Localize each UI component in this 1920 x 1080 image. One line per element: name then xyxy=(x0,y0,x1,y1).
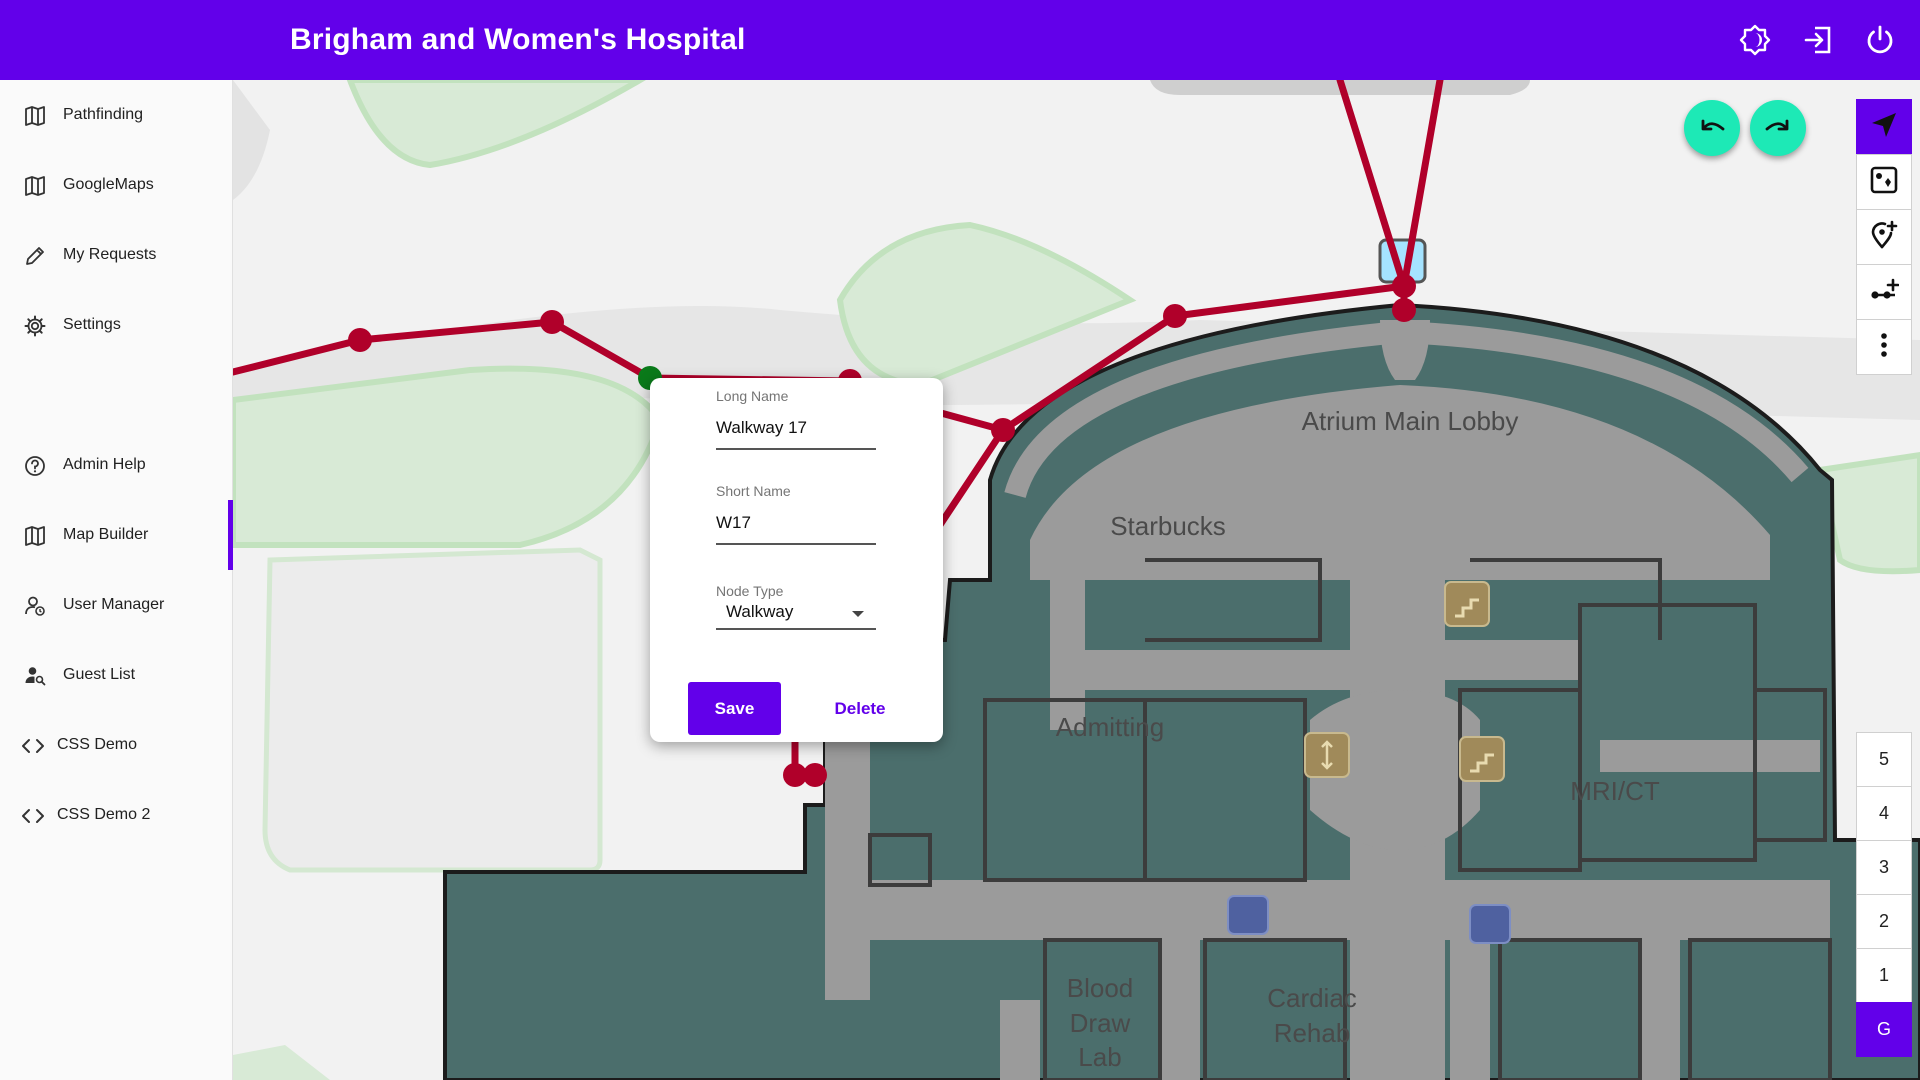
map-icon xyxy=(22,523,48,549)
floor-button-2[interactable]: 2 xyxy=(1856,894,1912,949)
sidebar-item-label: Admin Help xyxy=(63,456,146,473)
sidebar-item-label: Guest List xyxy=(63,666,136,683)
floor-selector: 5 4 3 2 1 G xyxy=(1856,732,1912,1057)
guest-search-icon xyxy=(22,663,48,689)
sidebar-item-pathfinding[interactable]: Pathfinding xyxy=(0,80,233,150)
more-tool[interactable] xyxy=(1856,319,1912,375)
navigate-arrow-icon xyxy=(1869,110,1899,145)
redo-button[interactable] xyxy=(1750,100,1806,156)
room-label: Atrium Main Lobby xyxy=(1302,406,1519,436)
code-icon xyxy=(20,803,46,829)
floor-button-g[interactable]: G xyxy=(1856,1002,1912,1057)
add-edge-icon xyxy=(1869,275,1900,310)
add-node-icon xyxy=(1869,220,1899,255)
node-edit-dialog: Long Name Short Name Node Type Walkway S… xyxy=(650,378,943,742)
floor-button-1[interactable]: 1 xyxy=(1856,948,1912,1003)
user-manager-icon xyxy=(22,593,48,619)
delete-button[interactable]: Delete xyxy=(820,682,900,735)
room-label: Rehab xyxy=(1274,1018,1351,1048)
chevron-down-icon xyxy=(852,611,864,617)
sidebar-item-css-demo-2[interactable]: CSS Demo 2 xyxy=(0,780,233,850)
power-icon[interactable] xyxy=(1860,20,1900,60)
sidebar-item-settings[interactable]: Settings xyxy=(0,290,233,360)
floor-map: Atrium Main Lobby Starbucks Admitting MR… xyxy=(233,80,1920,1080)
redo-icon xyxy=(1763,111,1793,146)
save-button[interactable]: Save xyxy=(688,682,781,735)
sidebar-item-css-demo[interactable]: CSS Demo xyxy=(0,710,233,780)
map-icon xyxy=(22,173,48,199)
map-canvas[interactable]: Atrium Main Lobby Starbucks Admitting MR… xyxy=(233,80,1920,1080)
sidebar: Pathfinding GoogleMaps My Requests Setti… xyxy=(0,80,233,1080)
pencil-icon xyxy=(22,243,48,269)
sidebar-item-label: Settings xyxy=(63,316,121,333)
map-tools xyxy=(1856,99,1912,375)
code-icon xyxy=(20,733,46,759)
map-view-icon xyxy=(1869,165,1899,200)
floor-button-3[interactable]: 3 xyxy=(1856,840,1912,895)
room-label: MRI/CT xyxy=(1570,776,1660,806)
room-label: Cardiac xyxy=(1267,983,1357,1013)
node-type-value: Walkway xyxy=(726,602,794,621)
room-label: Starbucks xyxy=(1110,511,1226,541)
long-name-input[interactable] xyxy=(716,404,876,450)
long-name-label: Long Name xyxy=(716,388,789,404)
map-icon xyxy=(22,103,48,129)
undo-icon xyxy=(1697,111,1727,146)
sidebar-item-label: User Manager xyxy=(63,596,165,613)
node-type-label: Node Type xyxy=(716,583,784,599)
sidebar-item-guest-list[interactable]: Guest List xyxy=(0,640,233,710)
login-icon[interactable] xyxy=(1798,20,1838,60)
sidebar-item-label: CSS Demo 2 xyxy=(57,806,151,823)
map-view-tool[interactable] xyxy=(1856,154,1912,210)
more-icon xyxy=(1869,330,1899,365)
floor-button-4[interactable]: 4 xyxy=(1856,786,1912,841)
room-label: Draw xyxy=(1070,1008,1131,1038)
theme-toggle-icon[interactable] xyxy=(1735,20,1775,60)
sidebar-item-label: My Requests xyxy=(63,246,157,263)
sidebar-item-googlemaps[interactable]: GoogleMaps xyxy=(0,150,233,220)
add-node-tool[interactable] xyxy=(1856,209,1912,265)
sidebar-item-user-manager[interactable]: User Manager xyxy=(0,570,233,640)
room-label: Blood xyxy=(1067,973,1134,1003)
floor-button-5[interactable]: 5 xyxy=(1856,732,1912,787)
sidebar-item-my-requests[interactable]: My Requests xyxy=(0,220,233,290)
sidebar-item-label: CSS Demo xyxy=(57,736,138,753)
sidebar-item-label: GoogleMaps xyxy=(63,176,154,193)
long-name-field: Long Name xyxy=(716,388,876,450)
gear-icon xyxy=(22,313,48,339)
room-label: Lab xyxy=(1078,1042,1121,1072)
sidebar-item-admin-help[interactable]: Admin Help xyxy=(0,430,233,500)
sidebar-item-label: Map Builder xyxy=(63,526,149,543)
add-edge-tool[interactable] xyxy=(1856,264,1912,320)
sidebar-item-map-builder[interactable]: Map Builder xyxy=(0,500,233,570)
help-icon xyxy=(22,453,48,479)
sidebar-item-label: Pathfinding xyxy=(63,106,144,123)
room-label: Admitting xyxy=(1056,712,1164,742)
app-bar: Brigham and Women's Hospital xyxy=(0,0,1920,80)
undo-button[interactable] xyxy=(1684,100,1740,156)
app-title: Brigham and Women's Hospital xyxy=(290,23,746,56)
short-name-field: Short Name xyxy=(716,483,876,545)
short-name-input[interactable] xyxy=(716,499,876,545)
navigate-tool[interactable] xyxy=(1856,99,1912,155)
short-name-label: Short Name xyxy=(716,483,791,499)
node-type-select[interactable]: Walkway xyxy=(716,600,876,630)
